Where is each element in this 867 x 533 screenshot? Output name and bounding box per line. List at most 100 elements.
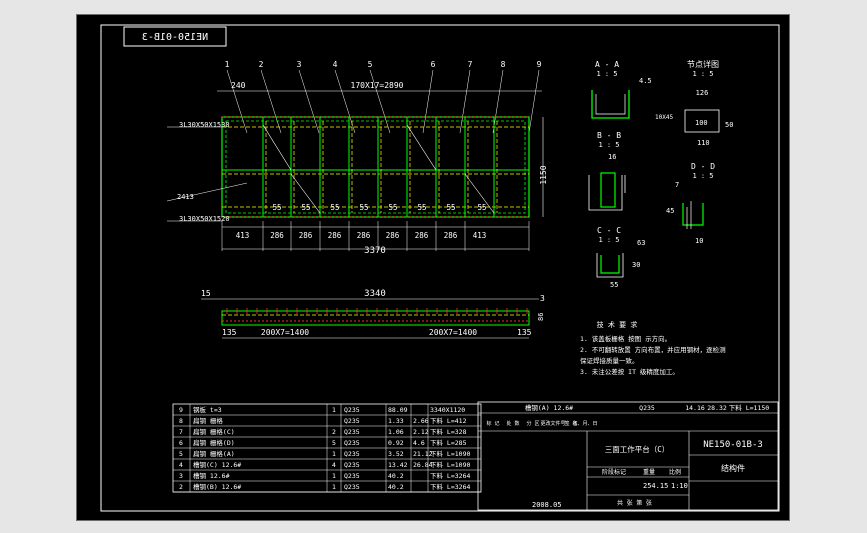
parts-table-cell: Q235: [344, 406, 360, 414]
parts-table-cell: 1: [332, 450, 336, 458]
node-title: 节点详图: [687, 59, 719, 69]
parts-table-cell: 下料 L=1090: [430, 449, 470, 458]
notes-line-2: 2. 不可翻转放置 方向布置，并应用钢材，逐检测: [580, 345, 726, 354]
title-block-col-label: 处 数: [506, 420, 519, 427]
title-part-name: 结构件: [721, 463, 745, 473]
parts-table-cell: Q235: [344, 417, 360, 425]
parts-table-cell: 扁钢 栅格: [193, 416, 223, 425]
title-block: 槽钢(A) 12.6# Q235 14.16 28.32 下料 L=1150 标 记处 …: [477, 401, 779, 511]
section-c-c: C - C 1 : 5 63 30 55: [596, 226, 645, 289]
inner-dim-label: 55: [330, 203, 339, 212]
title-stage-label-1: 阶段标记: [602, 468, 626, 476]
part-leader-line: [369, 69, 391, 134]
title-block-top-cell: 14.16: [685, 404, 705, 412]
parts-table-cell: 3: [179, 472, 183, 480]
elev-pitch-1: 200X7=1400: [261, 328, 309, 337]
title-block-col-label: 年、月、日: [572, 420, 597, 427]
node-dim-3: 110: [697, 139, 710, 147]
parts-table-cell: 1: [332, 483, 336, 491]
inner-dim-label: 55: [417, 203, 426, 212]
section-c-title: C - C: [597, 226, 621, 235]
title-date: 2008.05: [532, 501, 562, 509]
cad-viewport[interactable]: NE150-01B-3 123456789 240 170X17=2890 55…: [76, 14, 790, 521]
parts-table-cell: 3.52: [388, 450, 404, 458]
part-leader-line: [260, 69, 282, 134]
section-d-dim-1: 7: [675, 181, 679, 189]
part-number-label: 7: [468, 60, 473, 69]
parts-table-cell: Q235: [344, 428, 360, 436]
segment-dim-label: 286: [386, 231, 400, 240]
dim-top-left: 240: [231, 81, 246, 90]
engineering-drawing: NE150-01B-3 123456789 240 170X17=2890 55…: [100, 24, 780, 512]
notes-line-1: 1. 该盖板栅格 按图 示方向。: [580, 334, 671, 343]
title-block-top-cell: 槽钢(A) 12.6#: [525, 403, 573, 412]
section-c-dim-1: 63: [637, 239, 645, 247]
inner-dim-label: 55: [388, 203, 397, 212]
section-d-title: D - D: [691, 162, 715, 171]
part-number-label: 1: [225, 60, 230, 69]
section-d-dim-3: 10: [695, 237, 703, 245]
elev-right: 3: [540, 294, 545, 303]
mirrored-code-box: NE150-01B-3: [123, 26, 227, 47]
elev-bottom-left: 135: [222, 328, 237, 337]
parts-table-cell: 6: [179, 439, 183, 447]
parts-table-cell: 2: [179, 483, 183, 491]
title-stage-label-3: 比例: [669, 468, 681, 476]
parts-table-cell: 下料 L=412: [430, 416, 467, 425]
label-left-top: 3L30X50X1530: [179, 121, 230, 129]
parts-table-cell: 0.92: [388, 439, 404, 447]
segment-dim-label: 413: [236, 231, 250, 240]
part-number-label: 2: [259, 60, 264, 69]
parts-table-cell: Q235: [344, 461, 360, 469]
section-b-b: B - B 1 : 5 16: [588, 131, 626, 211]
plan-view: 123456789 240 170X17=2890 55 55 55 55 55 55 55…: [166, 60, 548, 256]
parts-table-cell: 1.06: [388, 428, 404, 436]
mirrored-code-text: NE150-01B-3: [142, 32, 208, 43]
parts-table-cell: 2: [332, 428, 336, 436]
part-leader-line: [528, 69, 540, 134]
parts-table-cell: 槽钢 12.6#: [193, 471, 230, 480]
title-block-col-label: 标 记: [486, 420, 499, 427]
title-block-top-row: 槽钢(A) 12.6# Q235 14.16 28.32 下料 L=1150: [525, 403, 769, 412]
node-dim-5: 10X45: [655, 114, 673, 121]
node-detail: 节点详图 1 : 5 126 100 110 50 10X45: [655, 59, 733, 147]
section-d-scale: 1 : 5: [692, 172, 713, 180]
parts-table-cell: 4.6: [413, 439, 425, 447]
section-a-a: A - A 1 : 5 4.5: [591, 60, 652, 119]
section-a-title: A - A: [595, 60, 619, 69]
elev-pitch-2: 200X7=1400: [429, 328, 477, 337]
title-weight: 254.15: [643, 482, 668, 490]
part-number-label: 3: [297, 60, 302, 69]
parts-table-cell: 下料 L=3264: [430, 471, 470, 480]
segment-dim-label: 286: [270, 231, 284, 240]
dim-top-overall: 170X17=2890: [351, 81, 404, 90]
parts-table-cell: Q235: [344, 439, 360, 447]
section-b-title: B - B: [597, 131, 621, 140]
parts-table-cell: 88.09: [388, 406, 408, 414]
title-block-col-label: 分 区: [526, 420, 539, 427]
title-block-col-label: 更改文件号: [540, 420, 565, 427]
section-a-scale: 1 : 5: [596, 70, 617, 78]
dim-height: 1150: [539, 165, 548, 184]
parts-table-cell: 40.2: [388, 483, 404, 491]
section-c-dim-3: 55: [610, 281, 618, 289]
title-drawing-code: NE150-01B-3: [703, 440, 763, 450]
part-number-label: 6: [431, 60, 436, 69]
parts-table-cell: 1: [332, 472, 336, 480]
parts-table-cell: 5: [179, 450, 183, 458]
parts-table-cell: 4: [332, 461, 336, 469]
label-left-bottom: 3L30X50X1520: [179, 215, 230, 223]
elevation-view: 15 3340 3 135 200X7=1400 200X7=1400 135 …: [201, 289, 545, 339]
section-d-d: D - D 1 : 5 7 45 10: [666, 162, 715, 245]
title-block-col-labels: 标 记处 数分 区更改文件号签 名年、月、日: [486, 420, 597, 427]
section-b-dim: 16: [608, 153, 616, 161]
part-leader-line: [226, 69, 248, 134]
parts-table-cell: 1: [332, 406, 336, 414]
inner-55-labels: 55 55 55 55 55 55 55 55: [272, 203, 486, 212]
parts-table-cell: 下料 L=285: [430, 438, 467, 447]
segment-dim-label: 286: [357, 231, 371, 240]
elev-height: 86: [537, 313, 545, 321]
technical-notes: 技 术 要 求 1. 该盖板栅格 按图 示方向。 2. 不可翻转放置 方向布置，…: [580, 320, 726, 376]
part-number-label: 4: [333, 60, 338, 69]
brace-line: [262, 124, 292, 171]
